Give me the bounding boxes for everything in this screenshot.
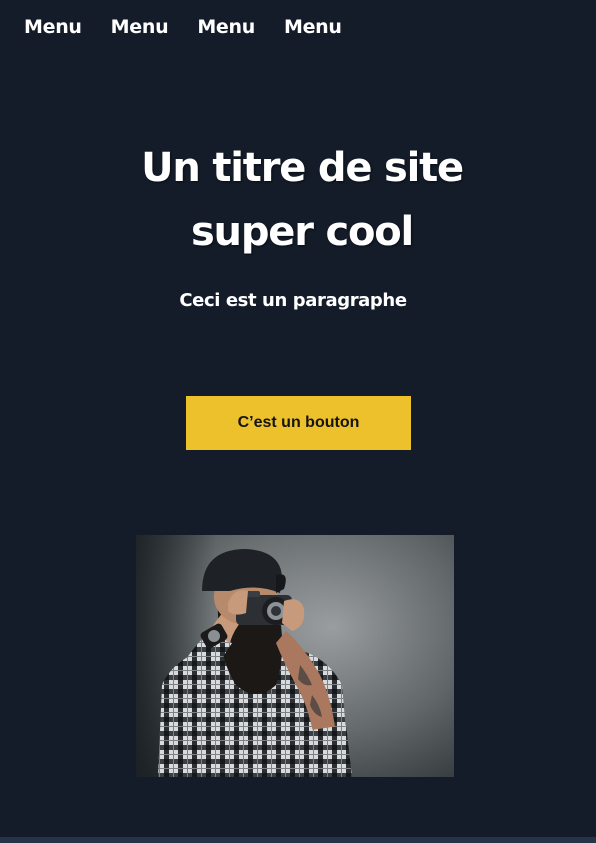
nav-menu-item-1[interactable]: Menu [24,14,82,40]
hero-title-line-2: super cool [190,209,414,255]
top-nav: Menu Menu Menu Menu [24,14,371,40]
hero-paragraph: Ceci est un paragraphe [179,290,407,311]
hero-title: Un titre de site super cool [0,136,596,264]
hero-photo [136,535,454,777]
hero-title-line-1: Un titre de site [141,145,464,191]
nav-menu-item-3[interactable]: Menu [197,14,255,40]
nav-menu-item-2[interactable]: Menu [111,14,169,40]
cta-button[interactable]: C’est un bouton [186,396,411,450]
nav-menu-item-4[interactable]: Menu [284,14,342,40]
footer-bar [0,837,596,843]
